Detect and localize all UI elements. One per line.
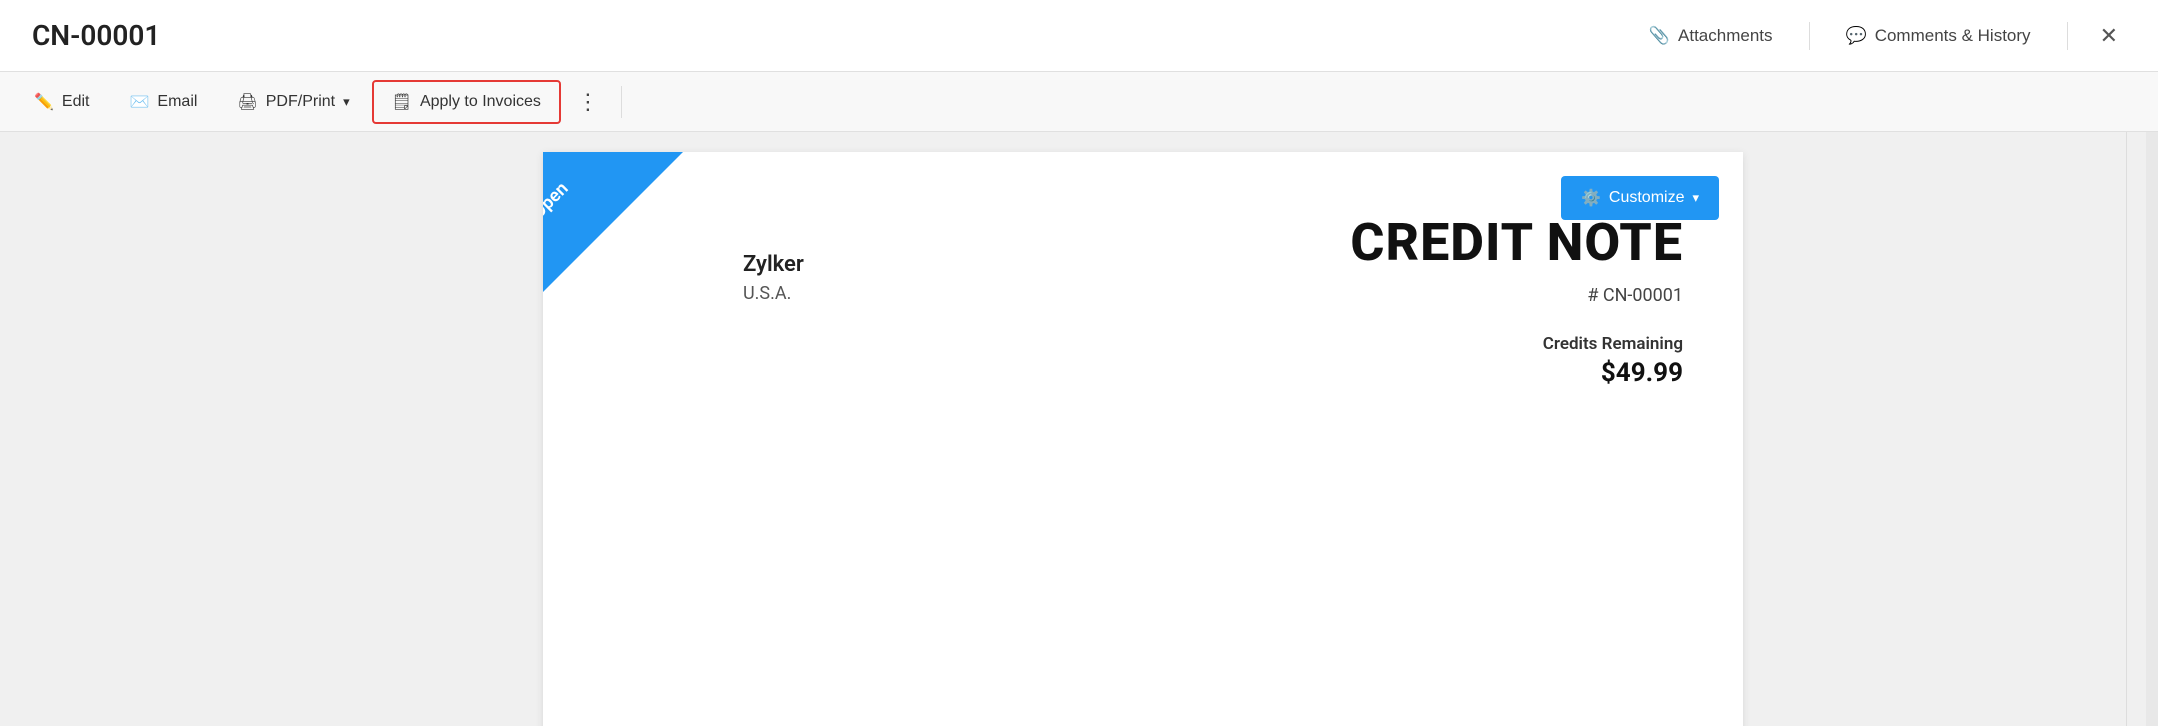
comments-history-button[interactable]: 💬 Comments & History <box>1834 18 2043 54</box>
email-icon: ✉️ <box>130 92 150 112</box>
close-button[interactable]: ✕ <box>2092 17 2126 55</box>
attachments-button[interactable]: 📎 Attachments <box>1637 18 1785 54</box>
document-area: Open ⚙️ Customize ▾ Zylker U.S.A. CREDIT… <box>0 132 2126 726</box>
toolbar-divider <box>621 86 622 118</box>
invoice-icon: 🗒 <box>392 92 412 112</box>
header-divider-2 <box>2067 22 2068 50</box>
dropdown-arrow-icon: ▾ <box>343 94 350 110</box>
right-sidebar <box>2126 132 2158 726</box>
paperclip-icon: 📎 <box>1649 26 1670 46</box>
edit-icon: ✏️ <box>34 92 54 112</box>
header-divider-1 <box>1809 22 1810 50</box>
credit-note-info: CREDIT NOTE # CN-00001 Credits Remaining… <box>1350 192 1683 388</box>
toolbar: ✏️ Edit ✉️ Email 🖨 PDF/Print ▾ 🗒 Apply t… <box>0 72 2158 132</box>
company-country: U.S.A. <box>743 283 804 304</box>
credit-note-title: CREDIT NOTE <box>1350 212 1683 273</box>
apply-to-invoices-button[interactable]: 🗒 Apply to Invoices <box>372 80 561 124</box>
email-button[interactable]: ✉️ Email <box>112 82 216 122</box>
company-info: Zylker U.S.A. <box>743 192 804 388</box>
document-card: Open ⚙️ Customize ▾ Zylker U.S.A. CREDIT… <box>543 152 1743 726</box>
edit-button[interactable]: ✏️ Edit <box>16 82 108 122</box>
more-options-button[interactable]: ⋮ <box>565 81 613 123</box>
credits-remaining-value: $49.99 <box>1350 358 1683 388</box>
customize-dropdown-icon: ▾ <box>1692 190 1699 206</box>
page-title: CN-00001 <box>32 19 160 52</box>
company-name: Zylker <box>743 252 804 277</box>
header-actions: 📎 Attachments 💬 Comments & History ✕ <box>1637 17 2126 55</box>
credit-note-number: # CN-00001 <box>1350 285 1683 306</box>
pdf-print-button[interactable]: 🖨 PDF/Print ▾ <box>219 82 367 122</box>
more-icon: ⋮ <box>577 89 601 115</box>
customize-icon: ⚙️ <box>1581 188 1601 208</box>
customize-button[interactable]: ⚙️ Customize ▾ <box>1561 176 1719 220</box>
pdf-icon: 🖨 <box>237 92 257 112</box>
scrollbar[interactable] <box>2146 132 2158 726</box>
status-ribbon: Open <box>543 152 683 292</box>
credits-remaining-label: Credits Remaining <box>1350 334 1683 354</box>
comment-icon: 💬 <box>1846 26 1867 46</box>
header: CN-00001 📎 Attachments 💬 Comments & Hist… <box>0 0 2158 72</box>
status-badge: Open <box>543 178 573 223</box>
main-content: Open ⚙️ Customize ▾ Zylker U.S.A. CREDIT… <box>0 132 2158 726</box>
